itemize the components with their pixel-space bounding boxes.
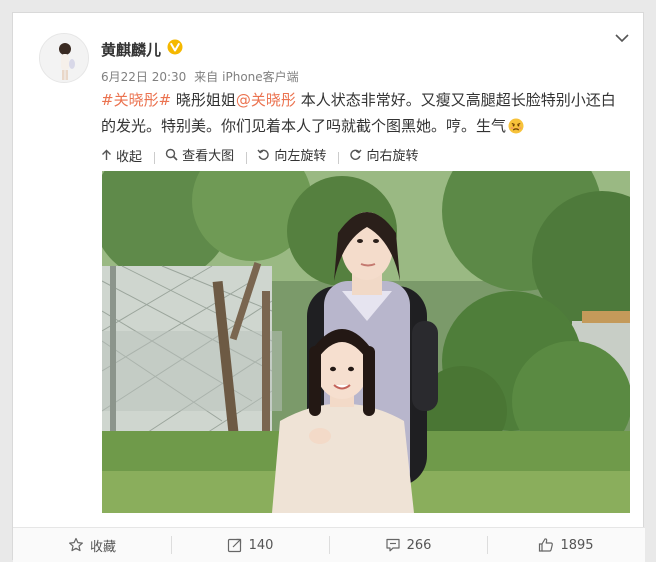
- collapse-button[interactable]: 收起: [101, 146, 142, 165]
- hashtag-link[interactable]: #关晓彤#: [101, 91, 171, 109]
- magnifier-icon: [165, 148, 178, 161]
- collapse-label: 收起: [116, 149, 143, 165]
- star-icon: [68, 537, 83, 552]
- post-footer: 收藏 140 266 1895: [13, 527, 645, 562]
- divider: [338, 151, 340, 164]
- rotate-left-icon: [257, 149, 269, 160]
- comment-button[interactable]: 266: [329, 528, 487, 562]
- post-photo[interactable]: [102, 171, 630, 513]
- like-button[interactable]: 1895: [487, 528, 645, 562]
- post-meta: 6月22日 20:30 来自 iPhone客户端: [101, 68, 303, 85]
- rotate-right-label: 向右旋转: [366, 149, 419, 164]
- vip-badge-icon: [167, 39, 183, 55]
- view-large-button[interactable]: 查看大图: [165, 145, 234, 164]
- rotate-right-icon: [350, 149, 363, 160]
- comment-icon: [385, 538, 400, 552]
- favorite-label: 收藏: [89, 539, 116, 555]
- view-large-label: 查看大图: [182, 149, 235, 164]
- repost-icon: [227, 538, 241, 553]
- rotate-right-button[interactable]: 向右旋转: [349, 145, 418, 164]
- image-toolbar: 收起 查看大图 向左旋转 向右旋转: [101, 145, 424, 165]
- username[interactable]: 黄麒麟儿: [101, 39, 161, 60]
- comment-count: 266: [406, 537, 432, 553]
- repost-count: 140: [248, 537, 274, 553]
- mention-link[interactable]: @关晓彤: [236, 91, 296, 109]
- rotate-left-button[interactable]: 向左旋转: [257, 145, 326, 164]
- divider: [246, 151, 248, 164]
- post-source[interactable]: iPhone客户端: [222, 70, 299, 84]
- post-text: #关晓彤# 晓彤姐姐@关晓彤 本人状态非常好。又瘦又高腿超长脸特别小还白的发光。…: [101, 87, 621, 139]
- post-text-segment: 晓彤姐姐: [171, 91, 236, 109]
- favorite-button[interactable]: 收藏: [13, 528, 171, 562]
- thumbs-up-icon: [539, 538, 554, 552]
- repost-button[interactable]: 140: [171, 528, 329, 562]
- source-prefix: 来自: [194, 70, 219, 84]
- post-date[interactable]: 6月22日 20:30: [101, 70, 186, 84]
- divider: [154, 151, 156, 164]
- collapse-icon: [102, 149, 111, 160]
- weibo-post-card: 黄麒麟儿 6月22日 20:30 来自 iPhone客户端 #关晓彤# 晓彤姐姐@…: [12, 12, 645, 562]
- angry-emoji-icon: [508, 118, 524, 134]
- like-count: 1895: [560, 537, 594, 553]
- avatar[interactable]: [39, 33, 89, 83]
- rotate-left-label: 向左旋转: [274, 149, 327, 164]
- chevron-down-icon[interactable]: [615, 33, 629, 43]
